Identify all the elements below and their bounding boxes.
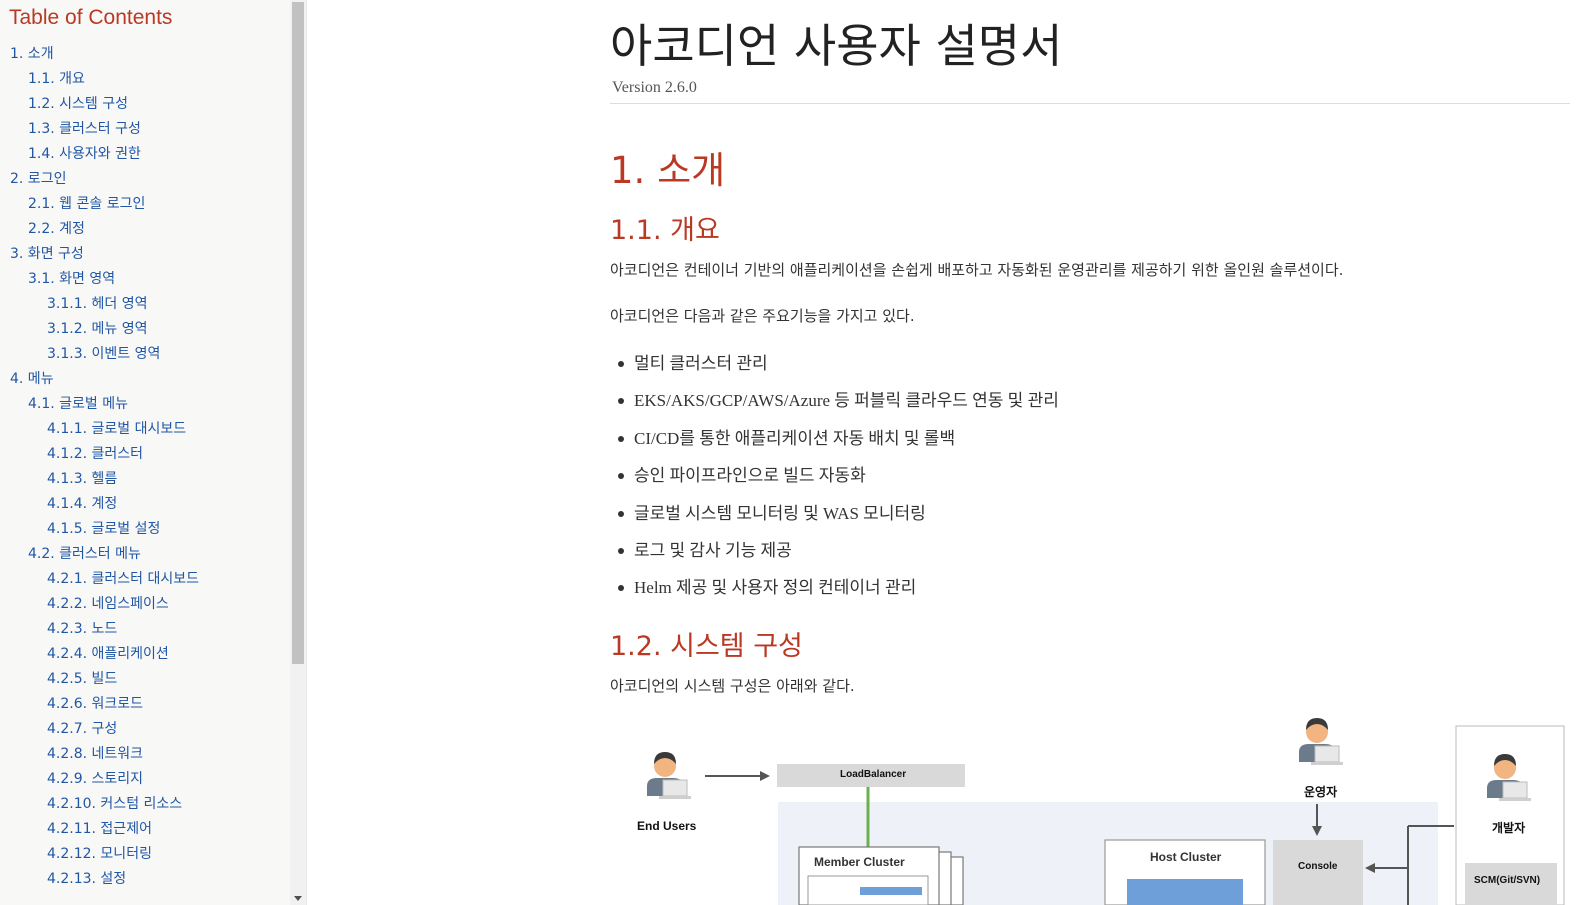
toc-title: Table of Contents xyxy=(9,6,173,29)
toc-link[interactable]: 4.2. 클러스터 메뉴 xyxy=(0,542,199,567)
toc-link[interactable]: 4.1.1. 글로벌 대시보드 xyxy=(0,417,199,442)
feature-text: CI/CD를 통한 애플리케이션 자동 배치 및 롤백 xyxy=(634,428,956,448)
toc-link[interactable]: 3. 화면 구성 xyxy=(0,242,199,267)
bullet-icon xyxy=(618,547,624,554)
toc-link[interactable]: 1. 소개 xyxy=(0,42,199,67)
toc-link[interactable]: 3.1.1. 헤더 영역 xyxy=(0,292,199,317)
toc-link[interactable]: 4.2.11. 접근제어 xyxy=(0,817,199,842)
console-box xyxy=(1273,840,1363,905)
diagram-graphics xyxy=(646,717,1565,905)
feature-text: 멀티 클러스터 관리 xyxy=(634,354,768,373)
scroll-down-arrow-icon[interactable] xyxy=(294,896,302,901)
toc-link[interactable]: 4.1.5. 글로벌 설정 xyxy=(0,517,199,542)
operator-person-icon xyxy=(1298,717,1344,766)
toc-list: 1. 소개 1.1. 개요 1.2. 시스템 구성 1.3. 클러스터 구성 1.4. … xyxy=(0,42,199,892)
document-title: 아코디언 사용자 설명서 xyxy=(610,19,1063,73)
toc-link[interactable]: 4.2.7. 구성 xyxy=(0,717,199,742)
toc-link[interactable]: 4.2.5. 빌드 xyxy=(0,667,199,692)
features-intro-paragraph: 아코디언은 다음과 같은 주요기능을 가지고 있다. xyxy=(610,307,915,325)
toc-link[interactable]: 4.2.12. 모니터링 xyxy=(0,842,199,867)
bullet-icon xyxy=(618,361,624,367)
toc-link[interactable]: 3.1. 화면 영역 xyxy=(0,267,199,292)
section-heading-intro: 1. 소개 xyxy=(610,149,726,192)
toc-link[interactable]: 3.1.2. 메뉴 영역 xyxy=(0,317,199,342)
toc-link[interactable]: 4.2.13. 설정 xyxy=(0,867,199,892)
toc-link[interactable]: 4.2.8. 네트워크 xyxy=(0,742,199,767)
feature-item: EKS/AKS/GCP/AWS/Azure 등 퍼블릭 클라우드 연동 및 관리 xyxy=(610,389,1059,426)
bullet-icon xyxy=(618,510,624,517)
toc-scrollbar-thumb[interactable] xyxy=(292,2,304,664)
feature-text: 승인 파이프라인으로 빌드 자동화 xyxy=(634,466,866,486)
toc-link[interactable]: 1.3. 클러스터 구성 xyxy=(0,117,199,142)
toc-scrollbar[interactable] xyxy=(290,0,306,905)
toc-link[interactable]: 2. 로그인 xyxy=(0,167,199,192)
end-users-person-icon xyxy=(646,751,692,800)
feature-text: 글로벌 시스템 모니터링 및 WAS 모니터링 xyxy=(634,503,926,523)
toc-link[interactable]: 4.2.6. 워크로드 xyxy=(0,692,199,717)
host-cluster-label: Host Cluster xyxy=(1150,850,1222,864)
system-paragraph: 아코디언의 시스템 구성은 아래와 같다. xyxy=(610,677,855,695)
feature-item: CI/CD를 통한 애플리케이션 자동 배치 및 롤백 xyxy=(610,427,1059,464)
loadbalancer-label: LoadBalancer xyxy=(840,769,907,780)
toc-divider xyxy=(306,0,307,905)
toc-link[interactable]: 4.2.2. 네임스페이스 xyxy=(0,592,199,617)
system-architecture-diagram: End Users LoadBalancer Member Cluster 운영… xyxy=(610,712,1570,905)
feature-item: 승인 파이프라인으로 빌드 자동화 xyxy=(610,464,1059,501)
member-cluster-label: Member Cluster xyxy=(814,855,905,869)
feature-item: 글로벌 시스템 모니터링 및 WAS 모니터링 xyxy=(610,502,1059,539)
bullet-icon xyxy=(618,398,624,405)
developer-label: 개발자 xyxy=(1492,821,1526,835)
bullet-icon xyxy=(618,585,624,592)
feature-text: Helm 제공 및 사용자 정의 컨테이너 관리 xyxy=(634,578,917,598)
feature-item: 로그 및 감사 기능 제공 xyxy=(610,539,1059,576)
toc-link[interactable]: 1.2. 시스템 구성 xyxy=(0,92,199,117)
operator-label: 운영자 xyxy=(1304,785,1338,799)
toc-link[interactable]: 1.1. 개요 xyxy=(0,67,199,92)
toc-link[interactable]: 2.2. 계정 xyxy=(0,217,199,242)
toc-link[interactable]: 3.1.3. 이벤트 영역 xyxy=(0,342,199,367)
section-heading-overview: 1.1. 개요 xyxy=(610,215,720,246)
section-heading-system: 1.2. 시스템 구성 xyxy=(610,631,803,662)
toc-link[interactable]: 4.1.2. 클러스터 xyxy=(0,442,199,467)
intro-paragraph: 아코디언은 컨테이너 기반의 애플리케이션을 손쉽게 배포하고 자동화된 운영관… xyxy=(610,261,1344,279)
bullet-icon xyxy=(618,435,624,442)
feature-text: EKS/AKS/GCP/AWS/Azure 등 퍼블릭 클라우드 연동 및 관리 xyxy=(634,391,1059,411)
toc-link[interactable]: 4.2.10. 커스텀 리소스 xyxy=(0,792,199,817)
toc-link[interactable]: 4.2.9. 스토리지 xyxy=(0,767,199,792)
console-label: Console xyxy=(1298,861,1338,872)
scm-label: SCM(Git/SVN) xyxy=(1474,875,1541,886)
toc-sidebar: Table of Contents 1. 소개 1.1. 개요 1.2. 시스템 구… xyxy=(0,0,290,905)
feature-item: Helm 제공 및 사용자 정의 컨테이너 관리 xyxy=(610,576,1059,613)
document-version: Version 2.6.0 xyxy=(612,79,697,96)
end-users-label: End Users xyxy=(637,819,697,833)
feature-item: 멀티 클러스터 관리 xyxy=(610,352,1059,389)
feature-text: 로그 및 감사 기능 제공 xyxy=(634,540,792,560)
features-list: 멀티 클러스터 관리 EKS/AKS/GCP/AWS/Azure 등 퍼블릭 클라… xyxy=(610,352,1059,614)
toc-link[interactable]: 4.2.4. 애플리케이션 xyxy=(0,642,199,667)
bullet-icon xyxy=(618,473,624,480)
toc-link[interactable]: 4.2.1. 클러스터 대시보드 xyxy=(0,567,199,592)
toc-link[interactable]: 2.1. 웹 콘솔 로그인 xyxy=(0,192,199,217)
toc-link[interactable]: 4.2.3. 노드 xyxy=(0,617,199,642)
toc-link[interactable]: 4.1.3. 헬름 xyxy=(0,467,199,492)
toc-link[interactable]: 4.1.4. 계정 xyxy=(0,492,199,517)
header-divider xyxy=(610,103,1570,104)
toc-link[interactable]: 4. 메뉴 xyxy=(0,367,199,392)
toc-link[interactable]: 1.4. 사용자와 권한 xyxy=(0,142,199,167)
toc-link[interactable]: 4.1. 글로벌 메뉴 xyxy=(0,392,199,417)
